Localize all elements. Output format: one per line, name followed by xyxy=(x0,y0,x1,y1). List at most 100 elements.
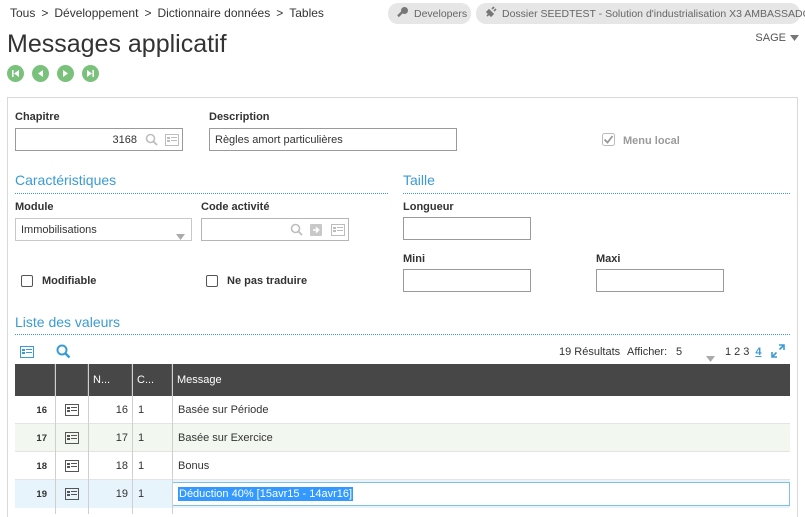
wrench-icon xyxy=(396,6,409,22)
cell-c[interactable]: 1 xyxy=(138,424,144,452)
chapitre-value: 3168 xyxy=(112,133,137,146)
message-edit-field[interactable]: Déduction 40% [15avr15 - 14avr16] xyxy=(172,482,790,506)
breadcrumb-separator: > xyxy=(41,6,49,20)
modifiable-checkbox[interactable]: Modifiable xyxy=(21,275,96,287)
maxi-field[interactable] xyxy=(596,269,724,292)
maxi-label: Maxi xyxy=(596,253,621,265)
taille-section-title: Taille xyxy=(403,172,435,188)
detail-icon[interactable] xyxy=(20,345,34,363)
row-number: 17 xyxy=(36,432,47,444)
expand-icon[interactable] xyxy=(771,344,785,363)
search-icon[interactable] xyxy=(56,344,71,364)
check-icon xyxy=(602,133,615,149)
cell-n[interactable]: 17 xyxy=(88,424,128,452)
cell-message-selected: Déduction 40% [15avr15 - 14avr16] xyxy=(178,487,354,501)
row-detail-icon[interactable] xyxy=(65,424,79,452)
caracteristiques-section-title: Caractéristiques xyxy=(15,172,117,188)
code-activite-label: Code activité xyxy=(201,201,270,213)
row-detail-icon[interactable] xyxy=(65,452,79,480)
description-value: Règles amort particulières xyxy=(215,133,343,146)
first-record-icon[interactable] xyxy=(7,65,24,82)
section-divider xyxy=(403,193,790,194)
user-menu-label: SAGE xyxy=(755,32,786,44)
column-header-message[interactable]: Message xyxy=(172,364,790,396)
section-divider xyxy=(15,334,790,335)
plug-icon xyxy=(484,5,497,22)
page-link[interactable]: 2 xyxy=(734,346,740,358)
module-select[interactable]: Immobilisations xyxy=(15,218,192,241)
column-header-n[interactable]: N... xyxy=(88,364,132,396)
breadcrumb-separator: > xyxy=(144,6,152,20)
last-record-icon[interactable] xyxy=(82,65,99,82)
row-number: 19 xyxy=(36,488,47,500)
row-detail-icon[interactable] xyxy=(65,396,79,424)
link-icon[interactable] xyxy=(310,223,322,241)
user-menu[interactable]: SAGE xyxy=(755,32,799,44)
cell-message[interactable]: Basée sur Période xyxy=(178,396,269,424)
pagination: 1 2 3 4 xyxy=(725,346,762,358)
caret-down-icon[interactable] xyxy=(176,227,185,245)
search-icon[interactable] xyxy=(145,133,158,151)
mini-field[interactable] xyxy=(403,269,531,292)
afficher-label: Afficher: xyxy=(627,346,668,358)
chapitre-label: Chapitre xyxy=(15,111,60,123)
breadcrumb-item-developpement[interactable]: Développement xyxy=(54,6,138,20)
detail-icon[interactable] xyxy=(165,133,179,151)
page-title: Messages applicatif xyxy=(7,30,227,58)
longueur-label: Longueur xyxy=(403,201,454,213)
row-number-header xyxy=(15,364,55,396)
column-header-c[interactable]: C... xyxy=(132,364,172,396)
description-label: Description xyxy=(209,111,270,123)
developers-button[interactable]: Developers xyxy=(388,3,471,24)
cell-n[interactable]: 19 xyxy=(88,480,128,508)
cell-n[interactable]: 18 xyxy=(88,452,128,480)
breadcrumb: Tous > Développement > Dictionnaire donn… xyxy=(10,6,324,20)
module-label: Module xyxy=(15,201,54,213)
detail-icon[interactable] xyxy=(331,223,345,241)
grid-divider xyxy=(55,364,56,514)
next-record-icon[interactable] xyxy=(57,65,74,82)
page-link-current[interactable]: 4 xyxy=(755,346,761,358)
ne-pas-traduire-checkbox[interactable]: Ne pas traduire xyxy=(206,275,307,287)
grid-divider xyxy=(132,364,133,514)
breadcrumb-separator: > xyxy=(276,6,284,20)
modifiable-label: Modifiable xyxy=(42,275,97,287)
cell-c[interactable]: 1 xyxy=(138,480,144,508)
row-number: 16 xyxy=(36,404,47,416)
mini-label: Mini xyxy=(403,253,425,265)
menu-local-label: Menu local xyxy=(623,135,680,147)
description-field[interactable]: Règles amort particulières xyxy=(209,128,457,151)
action-column-header xyxy=(55,364,88,396)
longueur-field[interactable] xyxy=(403,217,531,240)
section-divider xyxy=(15,193,388,194)
grid-divider xyxy=(172,364,173,514)
afficher-select[interactable]: 5 xyxy=(676,346,682,358)
page-link[interactable]: 3 xyxy=(743,346,749,358)
cell-message[interactable]: Bonus xyxy=(178,452,209,480)
previous-record-icon[interactable] xyxy=(32,65,49,82)
code-activite-field[interactable] xyxy=(201,218,349,241)
liste-section-title: Liste des valeurs xyxy=(15,314,121,330)
cell-n[interactable]: 16 xyxy=(88,396,128,424)
grid-divider xyxy=(88,364,89,514)
cell-c[interactable]: 1 xyxy=(138,396,144,424)
row-number: 18 xyxy=(36,460,47,472)
search-icon[interactable] xyxy=(290,223,303,241)
ne-pas-traduire-label: Ne pas traduire xyxy=(227,275,308,287)
module-value: Immobilisations xyxy=(21,223,97,236)
breadcrumb-item-dictionnaire[interactable]: Dictionnaire données xyxy=(157,6,270,20)
folder-button[interactable]: Dossier SEEDTEST - Solution d'industrial… xyxy=(476,3,805,24)
menu-local-checkbox[interactable]: Menu local xyxy=(602,133,680,149)
checkbox-icon xyxy=(206,275,218,287)
record-navigation xyxy=(7,65,99,82)
cell-message[interactable]: Basée sur Exercice xyxy=(178,424,273,452)
developers-label: Developers xyxy=(414,7,468,20)
folder-label: Dossier SEEDTEST - Solution d'industrial… xyxy=(502,7,805,20)
breadcrumb-item-tables[interactable]: Tables xyxy=(289,6,324,20)
results-count: 19 Résultats xyxy=(559,346,621,358)
breadcrumb-item-tous[interactable]: Tous xyxy=(10,6,35,20)
caret-down-icon xyxy=(790,32,799,44)
page-link[interactable]: 1 xyxy=(725,346,731,358)
row-detail-icon[interactable] xyxy=(65,480,79,508)
cell-c[interactable]: 1 xyxy=(138,452,144,480)
